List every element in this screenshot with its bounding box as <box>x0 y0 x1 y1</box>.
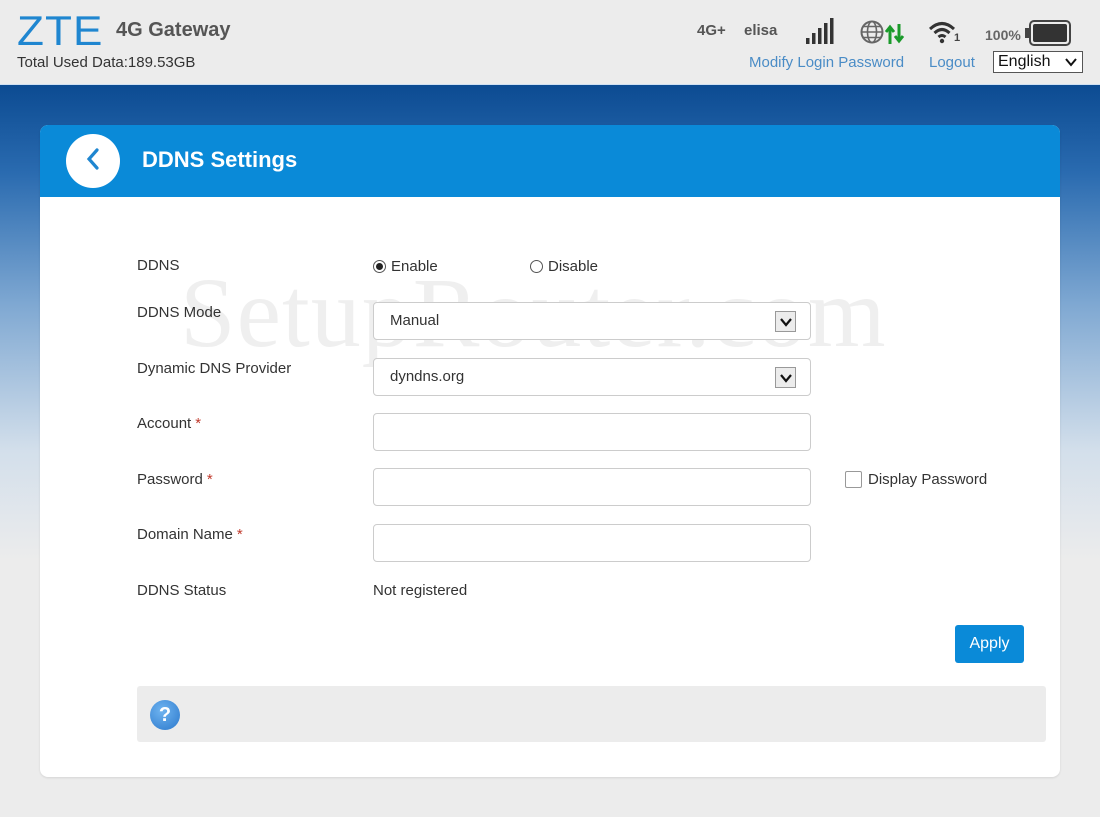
account-label-text: Account <box>137 415 192 432</box>
ddns-enable-radio[interactable]: Enable <box>373 258 438 275</box>
password-label: Password * <box>137 471 213 488</box>
domain-name-input[interactable] <box>373 524 811 562</box>
help-icon[interactable]: ? <box>150 700 180 730</box>
back-button[interactable] <box>66 134 120 188</box>
network-type: 4G+ <box>697 22 726 39</box>
modify-login-password-link[interactable]: Modify Login Password <box>749 54 904 71</box>
ddns-settings-card: DDNS Settings SetupRouter.com DDNS Enabl… <box>40 125 1060 777</box>
display-password-checkbox[interactable]: Display Password <box>845 471 987 488</box>
globe-data-icon <box>860 20 910 53</box>
ddns-enable-label: Enable <box>391 258 438 275</box>
chevron-left-icon <box>83 147 103 176</box>
display-password-label: Display Password <box>868 471 988 488</box>
zte-logo: ZTE <box>17 7 104 54</box>
ddns-disable-radio[interactable]: Disable <box>530 258 598 275</box>
checkbox-unchecked-icon <box>845 471 862 488</box>
product-name: 4G Gateway <box>116 19 231 41</box>
account-input[interactable] <box>373 413 811 451</box>
required-marker: * <box>236 526 243 543</box>
ddns-mode-value: Manual <box>390 312 440 329</box>
page-title: DDNS Settings <box>142 147 298 172</box>
ddns-mode-label: DDNS Mode <box>137 304 222 321</box>
ddns-disable-label: Disable <box>548 258 599 275</box>
used-data-value: 189.53GB <box>127 54 196 71</box>
radio-unchecked-icon <box>530 260 543 273</box>
radio-checked-icon <box>373 260 386 273</box>
apply-button[interactable]: Apply <box>955 625 1024 663</box>
ddns-label: DDNS <box>137 257 180 274</box>
ddns-status-label: DDNS Status <box>137 582 227 599</box>
domain-name-label: Domain Name * <box>137 526 243 543</box>
total-used-data: Total Used Data:189.53GB <box>17 54 195 71</box>
carrier-name: elisa <box>744 22 778 39</box>
wifi-client-count: 1 <box>954 32 961 44</box>
ddns-status-value: Not registered <box>373 582 468 599</box>
required-marker: * <box>195 415 202 432</box>
battery-icon <box>1025 20 1071 51</box>
signal-bars-icon <box>804 18 834 51</box>
battery-percent: 100% <box>985 27 1021 43</box>
password-label-text: Password <box>137 471 203 488</box>
chevron-down-icon <box>1064 55 1078 74</box>
chevron-down-icon <box>775 311 796 332</box>
ddns-provider-value: dyndns.org <box>390 368 465 385</box>
used-data-label: Total Used Data: <box>17 54 128 71</box>
card-header: DDNS Settings <box>40 125 1060 197</box>
wifi-icon <box>928 20 956 49</box>
logout-link[interactable]: Logout <box>929 54 975 71</box>
account-label: Account * <box>137 415 201 432</box>
ddns-mode-select[interactable]: Manual <box>373 302 811 340</box>
language-select[interactable]: English <box>993 51 1083 73</box>
domain-name-label-text: Domain Name <box>137 526 233 543</box>
ddns-provider-label: Dynamic DNS Provider <box>137 360 292 377</box>
help-bar: ? <box>137 686 1046 742</box>
top-header: ZTE 4G Gateway Total Used Data:189.53GB … <box>0 0 1100 85</box>
chevron-down-icon <box>775 367 796 388</box>
password-input[interactable] <box>373 468 811 506</box>
status-bar: 4G+ elisa 1 100% <box>680 18 1100 48</box>
language-value: English <box>998 53 1051 70</box>
required-marker: * <box>206 471 213 488</box>
ddns-provider-select[interactable]: dyndns.org <box>373 358 811 396</box>
